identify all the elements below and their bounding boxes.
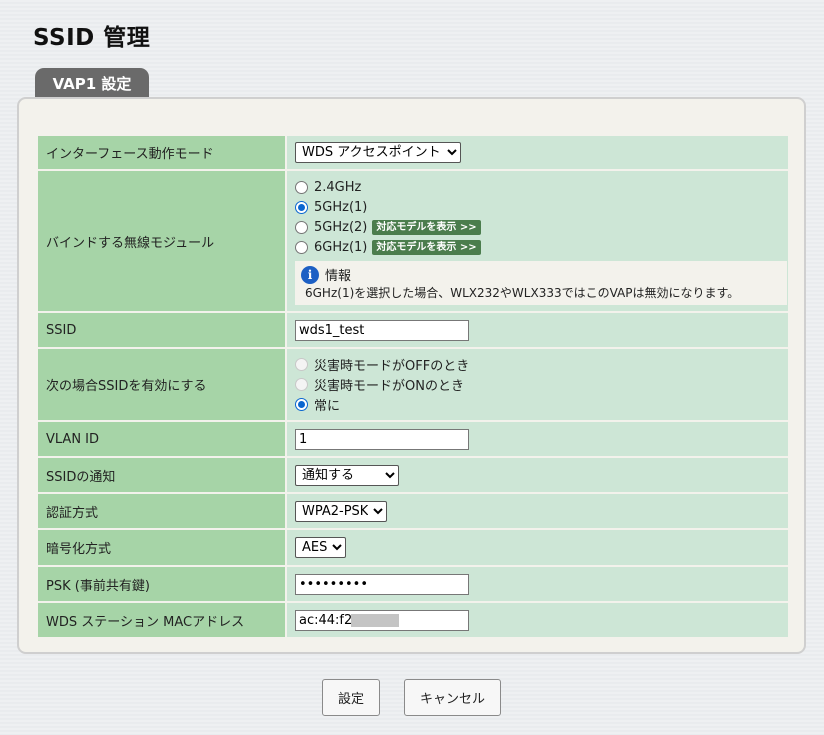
interface-mode-label: インターフェース動作モード [36, 134, 287, 171]
vlan-id-input[interactable] [295, 428, 469, 450]
info-icon: i [301, 265, 319, 284]
radio-5ghz-2[interactable] [295, 220, 308, 234]
radio-6ghz-1[interactable] [295, 240, 308, 254]
page-title: SSID 管理 [33, 25, 151, 51]
ssid-notify-label: SSIDの通知 [36, 456, 287, 494]
wds-mac-wrapper [295, 609, 469, 631]
psk-input[interactable] [295, 573, 469, 595]
encryption-cell: AES [285, 528, 790, 567]
radio-line-5ghz-2[interactable]: 5GHz(2) 対応モデルを表示 >> [295, 217, 780, 237]
row-ssid: SSID [36, 311, 790, 349]
radio-line-6ghz-1[interactable]: 6GHz(1) 対応モデルを表示 >> [295, 237, 780, 257]
row-psk: PSK (事前共有鍵) [36, 565, 790, 603]
wds-mac-cell [285, 601, 790, 639]
radio-disaster-off-label: 災害時モードがOFFのとき [314, 359, 470, 374]
mac-redaction-block [351, 613, 399, 627]
bind-module-cell: 2.4GHz 5GHz(1) 5GHz(2) 対応モデルを表示 >> 6GHz(… [285, 169, 790, 313]
radio-6ghz-1-label: 6GHz(1) [314, 239, 368, 255]
info-header: i 情報 [301, 265, 781, 284]
radio-line-disaster-on[interactable]: 災害時モードがONのとき [295, 375, 780, 395]
info-title: 情報 [325, 269, 352, 284]
radio-disaster-on[interactable] [295, 378, 308, 391]
info-text: 6GHz(1)を選択した場合、WLX232やWLX333ではこのVAPは無効にな… [305, 286, 740, 300]
radio-always[interactable] [295, 398, 308, 411]
encryption-select[interactable]: AES [295, 537, 346, 558]
psk-label: PSK (事前共有鍵) [36, 565, 287, 603]
enable-when-cell: 災害時モードがOFFのとき 災害時モードがONのとき 常に [285, 347, 790, 422]
row-bind-module: バインドする無線モジュール 2.4GHz 5GHz(1) 5GHz(2) 対応モ… [36, 169, 790, 313]
radio-5ghz-2-label: 5GHz(2) [314, 219, 368, 235]
ssid-label: SSID [36, 311, 287, 349]
radio-line-5ghz-1[interactable]: 5GHz(1) [295, 197, 780, 217]
enable-when-label: 次の場合SSIDを有効にする [36, 347, 287, 422]
row-encryption: 暗号化方式 AES [36, 528, 790, 567]
settings-table: インターフェース動作モード WDS アクセスポイント バインドする無線モジュール… [36, 134, 790, 639]
vlan-id-cell [285, 420, 790, 458]
ssid-cell [285, 311, 790, 349]
auth-method-label: 認証方式 [36, 492, 287, 530]
ssid-notify-select[interactable]: 通知する [295, 464, 399, 486]
radio-2-4ghz[interactable] [295, 180, 308, 194]
interface-mode-select[interactable]: WDS アクセスポイント [295, 142, 461, 163]
auth-method-cell: WPA2-PSK [285, 492, 790, 530]
auth-method-select[interactable]: WPA2-PSK [295, 500, 387, 522]
tab-vap1-settings: VAP1 設定 [35, 68, 149, 98]
radio-5ghz-1-label: 5GHz(1) [314, 199, 368, 215]
radio-5ghz-1[interactable] [295, 200, 308, 214]
ssid-input[interactable] [295, 319, 469, 341]
ssid-notify-cell: 通知する [285, 456, 790, 494]
row-interface-mode: インターフェース動作モード WDS アクセスポイント [36, 134, 790, 171]
radio-line-always[interactable]: 常に [295, 395, 780, 415]
radio-disaster-off[interactable] [295, 358, 308, 371]
row-ssid-notify: SSIDの通知 通知する [36, 456, 790, 494]
wds-mac-label: WDS ステーション MACアドレス [36, 601, 287, 639]
radio-always-label: 常に [314, 399, 341, 414]
row-vlan-id: VLAN ID [36, 420, 790, 458]
radio-2-4ghz-label: 2.4GHz [314, 179, 362, 195]
settings-panel: インターフェース動作モード WDS アクセスポイント バインドする無線モジュール… [17, 97, 806, 654]
apply-button[interactable]: 設定 [322, 679, 380, 716]
radio-line-disaster-off[interactable]: 災害時モードがOFFのとき [295, 355, 780, 375]
row-wds-mac: WDS ステーション MACアドレス [36, 601, 790, 639]
radio-line-2-4ghz[interactable]: 2.4GHz [295, 177, 780, 197]
row-enable-when: 次の場合SSIDを有効にする 災害時モードがOFFのとき 災害時モードがONのと… [36, 347, 790, 422]
show-models-badge-5ghz-2[interactable]: 対応モデルを表示 >> [372, 219, 481, 235]
interface-mode-cell: WDS アクセスポイント [285, 134, 790, 171]
radio-disaster-on-label: 災害時モードがONのとき [314, 379, 464, 394]
cancel-button[interactable]: キャンセル [404, 679, 501, 716]
info-box: i 情報 6GHz(1)を選択した場合、WLX232やWLX333ではこのVAP… [295, 261, 787, 305]
bind-module-label: バインドする無線モジュール [36, 169, 287, 313]
encryption-label: 暗号化方式 [36, 528, 287, 567]
psk-cell [285, 565, 790, 603]
row-auth-method: 認証方式 WPA2-PSK [36, 492, 790, 530]
vlan-id-label: VLAN ID [36, 420, 287, 458]
show-models-badge-6ghz-1[interactable]: 対応モデルを表示 >> [372, 239, 481, 255]
